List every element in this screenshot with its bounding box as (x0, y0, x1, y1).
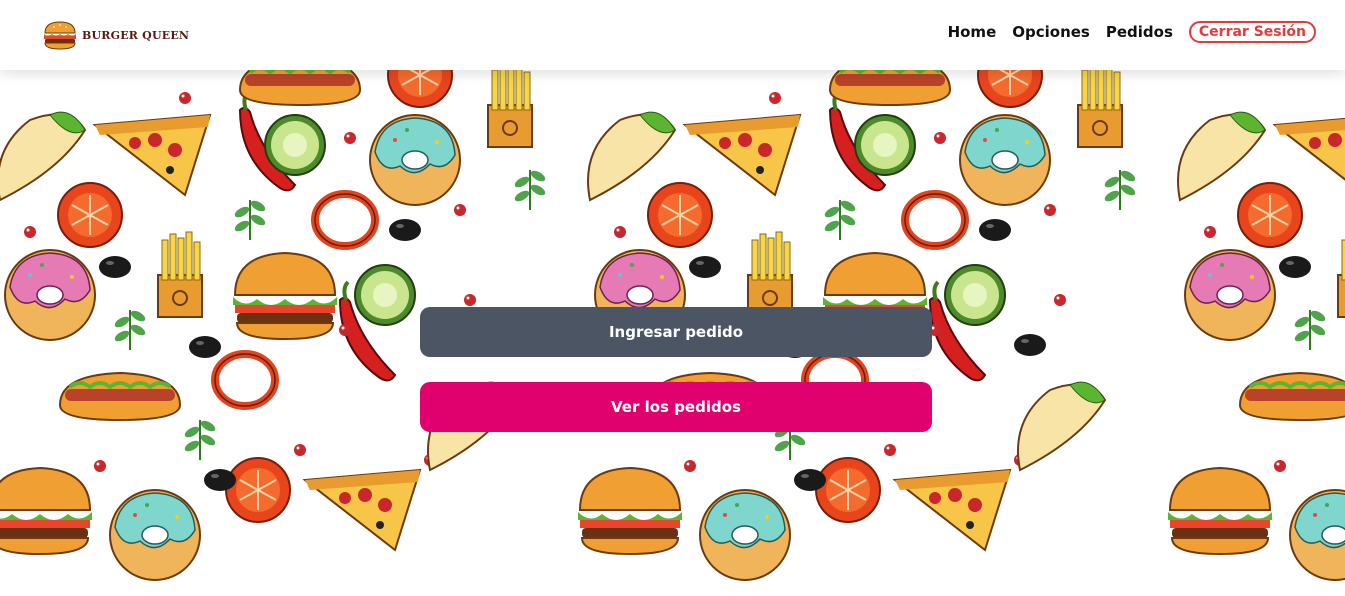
ingresar-pedido-button[interactable]: Ingresar pedido (420, 307, 932, 357)
nav-home[interactable]: Home (948, 23, 997, 41)
brand-name: BURGER QUEEN (82, 28, 190, 42)
nav-opciones[interactable]: Opciones (1012, 23, 1090, 41)
logout-button[interactable]: Cerrar Sesión (1188, 21, 1316, 43)
ver-pedidos-label: Ver los pedidos (611, 398, 741, 416)
ingresar-pedido-label-overlay: Ingresar pedido (608, 323, 744, 341)
navbar: BURGER QUEEN Home Opciones Pedidos Cerra… (0, 0, 1345, 70)
burger-icon (44, 21, 76, 50)
ver-pedidos-button[interactable]: Ver los pedidos (420, 382, 932, 432)
nav-links: Home Opciones Pedidos Cerrar Sesión (948, 21, 1316, 43)
nav-pedidos[interactable]: Pedidos (1106, 23, 1173, 41)
brand-logo[interactable]: BURGER QUEEN (42, 20, 189, 50)
